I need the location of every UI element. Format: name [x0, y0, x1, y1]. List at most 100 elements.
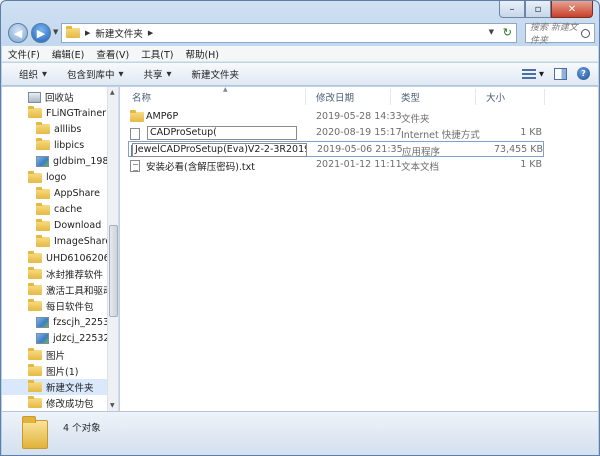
- breadcrumb-new-folder[interactable]: 新建文件夹: [95, 26, 143, 40]
- share-button[interactable]: 共享 ▼: [144, 67, 172, 81]
- search-input[interactable]: 搜索 新建文件夹: [525, 23, 595, 46]
- address-bar[interactable]: ▶ 新建文件夹 ▶ ▼ ↻: [61, 23, 517, 43]
- folder-icon: [28, 170, 42, 183]
- include-in-library-button[interactable]: 包含到库中 ▼: [67, 67, 124, 81]
- nav-item[interactable]: 图片: [2, 347, 107, 363]
- file-row[interactable]: CADProSetup( 2020-08-19 15:17 Internet 快捷方…: [128, 125, 544, 141]
- nav-item[interactable]: UHD61062063C: [2, 250, 107, 266]
- nav-item-label: 冰封推荐软件: [46, 270, 104, 282]
- column-header-size[interactable]: 大小: [486, 87, 505, 107]
- nav-item[interactable]: FLiNGTrainer: [2, 105, 107, 121]
- help-icon[interactable]: ?: [577, 67, 590, 80]
- nav-item[interactable]: 修改成功包: [2, 395, 107, 411]
- nav-item[interactable]: jdzcj_225325: [2, 331, 107, 347]
- dropdown-arrow-icon: ▼: [166, 70, 172, 78]
- menu-view[interactable]: 查看(V): [96, 47, 129, 61]
- share-label: 共享: [143, 70, 163, 81]
- chevron-right-icon[interactable]: ▶: [148, 29, 153, 37]
- nav-item[interactable]: 激活工具和驱动: [2, 282, 107, 298]
- nav-item[interactable]: Download: [2, 218, 107, 234]
- scroll-up-icon[interactable]: ▲: [110, 89, 115, 96]
- include-in-library-label: 包含到库中: [67, 70, 115, 81]
- details-pane: 4 个对象: [2, 411, 598, 455]
- nav-item[interactable]: gldbim_19896: [2, 153, 107, 169]
- new-folder-label: 新建文件夹: [191, 70, 240, 81]
- refresh-icon[interactable]: ↻: [503, 26, 512, 39]
- folder-icon: [36, 186, 50, 199]
- column-divider[interactable]: [475, 89, 476, 105]
- scroll-down-icon[interactable]: ▼: [110, 402, 115, 409]
- column-header-type[interactable]: 类型: [401, 87, 420, 107]
- dropdown-arrow-icon: ▼: [42, 70, 48, 78]
- nav-item-label: 修改成功包: [46, 398, 94, 410]
- minimize-button[interactable]: –: [499, 1, 525, 18]
- nav-item-label: 图片: [46, 350, 66, 362]
- menu-help[interactable]: 帮助(H): [185, 47, 219, 61]
- chevron-right-icon[interactable]: ▶: [85, 29, 90, 37]
- nav-item-label: cache: [54, 204, 83, 216]
- file-type: Internet 快捷方式: [401, 130, 480, 141]
- menu-tools[interactable]: 工具(T): [141, 47, 173, 61]
- nav-item[interactable]: 每日软件包: [2, 298, 107, 314]
- nav-item-label: fzscjh_225362: [53, 316, 107, 328]
- nav-item[interactable]: 新建文件夹: [2, 378, 107, 395]
- nav-item[interactable]: fzscjh_225362: [2, 314, 107, 330]
- folder-icon: [36, 138, 50, 151]
- file-name: 安装必看(含解压密码).txt: [146, 162, 256, 173]
- folder-icon: [28, 283, 42, 296]
- column-header-name[interactable]: 名称: [132, 87, 151, 107]
- sort-indicator-icon: ▲: [223, 86, 228, 93]
- file-date: 2021-01-12 11:11: [316, 159, 402, 170]
- folder-icon: [36, 122, 50, 135]
- file-row[interactable]: 安装必看(含解压密码).txt 2021-01-12 11:11 文本文档 1 KB: [128, 157, 544, 173]
- nav-item-label: ImageShare: [54, 236, 107, 248]
- menu-file[interactable]: 文件(F): [8, 47, 40, 61]
- file-date: 2020-08-19 15:17: [316, 127, 402, 138]
- nav-item-label: AppShare: [54, 188, 100, 200]
- nav-item[interactable]: 图片(1): [2, 363, 107, 379]
- new-folder-button[interactable]: 新建文件夹: [192, 67, 240, 81]
- view-dropdown-arrow-icon[interactable]: ▼: [539, 70, 544, 78]
- scroll-thumb[interactable]: [109, 225, 118, 317]
- folder-icon: [22, 416, 48, 449]
- maximize-button[interactable]: ▫: [525, 1, 551, 18]
- nav-item[interactable]: 回收站: [2, 89, 107, 105]
- column-divider[interactable]: [544, 89, 545, 105]
- menu-edit[interactable]: 编辑(E): [52, 47, 84, 61]
- nav-item[interactable]: alllibs: [2, 121, 107, 137]
- column-divider[interactable]: [390, 89, 391, 105]
- nav-item[interactable]: ImageShare: [2, 234, 107, 250]
- address-row: ◀ ▶ ▼ ▶ 新建文件夹 ▶ ▼ ↻ 搜索 新建文件夹: [5, 21, 597, 46]
- nav-item-label: 新建文件夹: [46, 382, 94, 394]
- nav-item-label: 每日软件包: [46, 302, 94, 314]
- nav-item[interactable]: libpics: [2, 137, 107, 153]
- nav-item[interactable]: cache: [2, 202, 107, 218]
- arrow-right-icon: ▶: [36, 26, 46, 40]
- image-file-icon: [36, 333, 49, 344]
- text-file-icon: [130, 160, 140, 175]
- column-header-date[interactable]: 修改日期: [316, 87, 354, 107]
- folder-icon: [36, 202, 50, 215]
- organize-button[interactable]: 组织 ▼: [19, 67, 47, 81]
- nav-scrollbar[interactable]: ▲ ▼: [107, 87, 118, 411]
- change-view-icon[interactable]: [522, 68, 536, 80]
- command-bar: 组织 ▼ 包含到库中 ▼ 共享 ▼ 新建文件夹 ▼ ?: [2, 63, 598, 86]
- search-icon[interactable]: [581, 28, 590, 38]
- file-row[interactable]: AMP6P 2019-05-28 14:33 文件夹: [128, 109, 544, 125]
- nav-item[interactable]: logo: [2, 170, 107, 186]
- address-dropdown[interactable]: ▼: [489, 28, 494, 36]
- history-dropdown[interactable]: ▼: [53, 28, 58, 36]
- forward-button[interactable]: ▶: [31, 23, 51, 43]
- folder-icon: [66, 26, 80, 38]
- preview-pane-icon[interactable]: [554, 67, 567, 80]
- file-row[interactable]: JewelCADProSetup(Eva)V2-2-3R2019... 2019-…: [128, 141, 544, 158]
- nav-item[interactable]: AppShare: [2, 186, 107, 202]
- dropdown-arrow-icon: ▼: [118, 70, 124, 78]
- close-button[interactable]: ✕: [551, 1, 593, 18]
- nav-item[interactable]: 冰封推荐软件: [2, 266, 107, 282]
- folder-icon: [28, 106, 42, 119]
- back-button[interactable]: ◀: [8, 23, 28, 43]
- explorer-window: – ▫ ✕ ◀ ▶ ▼ ▶ 新建文件夹 ▶ ▼ ↻ 搜索 新建文件夹 文件(F)…: [0, 0, 600, 456]
- column-divider[interactable]: [305, 89, 306, 105]
- file-name: CADProSetup(: [147, 126, 297, 140]
